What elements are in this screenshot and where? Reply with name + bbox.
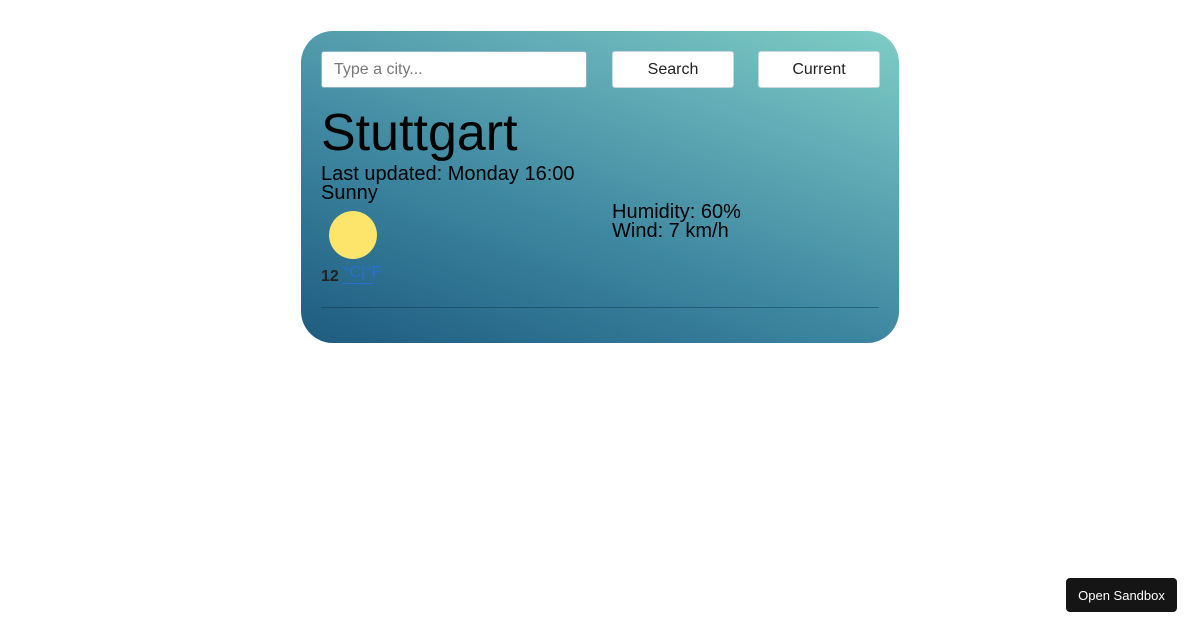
temperature-value: 12	[321, 268, 339, 285]
weather-description: Sunny	[321, 182, 378, 204]
celsius-link[interactable]: °C	[343, 264, 361, 281]
city-name: Stuttgart	[321, 104, 518, 162]
current-location-button[interactable]: Current	[758, 51, 880, 88]
open-sandbox-button[interactable]: Open Sandbox	[1066, 578, 1177, 612]
last-updated: Last updated: Monday 16:00	[321, 163, 575, 185]
humidity: Humidity: 60%	[612, 201, 741, 223]
city-search-input[interactable]	[321, 51, 587, 88]
weather-card: Search Current Stuttgart Last updated: M…	[301, 31, 899, 343]
divider	[321, 307, 879, 308]
fahrenheit-link[interactable]: °F	[365, 264, 381, 281]
search-button[interactable]: Search	[612, 51, 734, 88]
unit-toggle: °C|°F	[343, 264, 381, 284]
sun-icon	[329, 211, 377, 259]
wind: Wind: 7 km/h	[612, 220, 729, 242]
